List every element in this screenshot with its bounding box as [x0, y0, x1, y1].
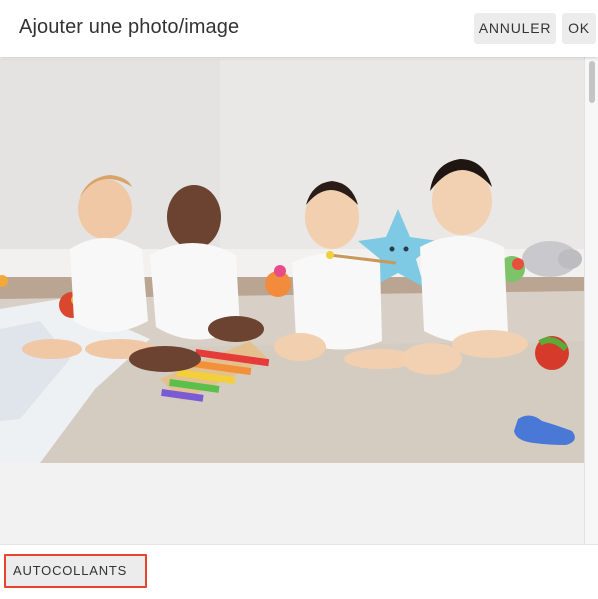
ok-button[interactable]: OK — [562, 13, 596, 44]
image-preview-area — [0, 57, 598, 544]
dialog-title: Ajouter une photo/image — [19, 16, 240, 38]
scrollbar-thumb[interactable] — [589, 61, 595, 103]
cancel-button[interactable]: ANNULER — [474, 13, 556, 44]
add-photo-dialog: Ajouter une photo/image ANNULER OK AUTOC… — [0, 0, 598, 599]
selected-photo[interactable] — [0, 59, 584, 463]
dialog-footer: AUTOCOLLANTS — [0, 544, 598, 599]
vertical-scrollbar[interactable] — [584, 57, 598, 544]
dialog-header: Ajouter une photo/image ANNULER OK — [0, 0, 598, 57]
stickers-button[interactable]: AUTOCOLLANTS — [4, 554, 147, 588]
